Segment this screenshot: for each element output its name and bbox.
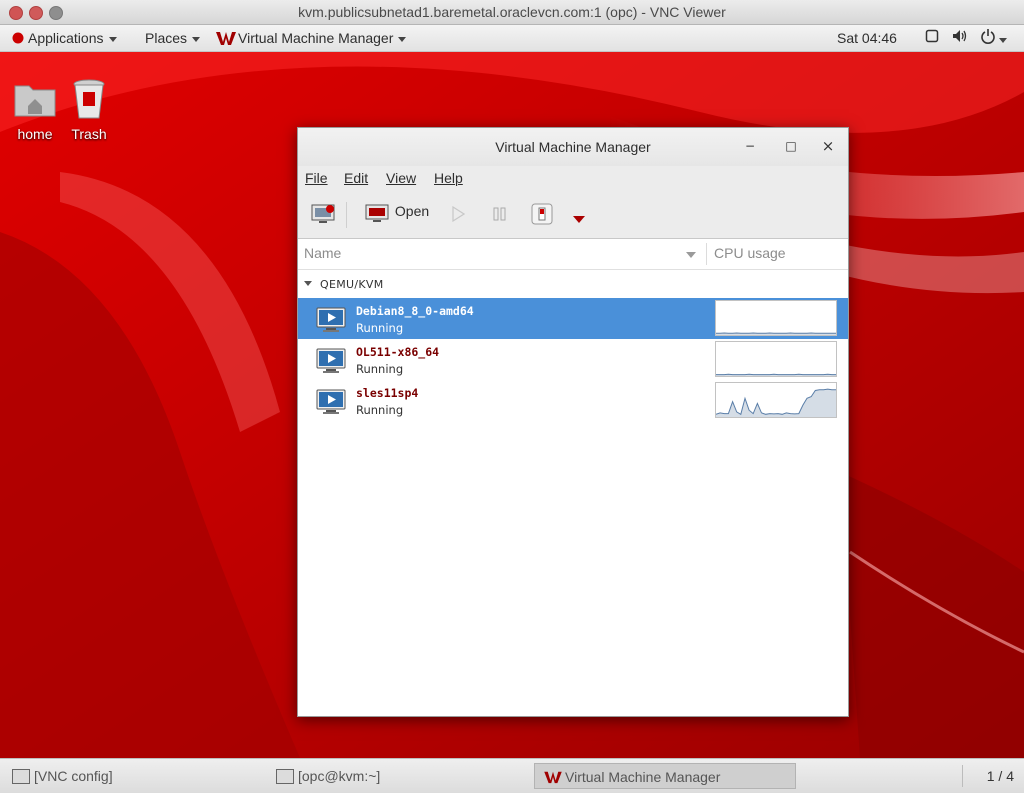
- connection-row[interactable]: QEMU/KVM: [298, 270, 848, 298]
- column-header: Name CPU usage: [298, 239, 848, 270]
- connection-label: QEMU/KVM: [320, 278, 384, 291]
- toolbar: Open: [298, 192, 848, 239]
- pause-icon: [492, 206, 508, 222]
- open-icon: [365, 202, 389, 224]
- vm-name: sles11sp4: [356, 386, 418, 400]
- toolbar-separator: [346, 202, 347, 228]
- workspace-switcher[interactable]: 1 / 4: [987, 768, 1014, 784]
- vm-name: Debian8_8_0-amd64: [356, 304, 474, 318]
- fedora-logo-icon: [12, 32, 24, 44]
- menubar: File Edit View Help: [298, 166, 848, 192]
- vm-list: Debian8_8_0-amd64 Running OL511-x86_64 R…: [298, 298, 848, 421]
- vm-row[interactable]: Debian8_8_0-amd64 Running: [298, 298, 848, 339]
- vmm-logo-icon: [216, 30, 236, 46]
- column-name[interactable]: Name: [304, 245, 341, 261]
- pause-button[interactable]: [492, 206, 508, 230]
- vmm-titlebar[interactable]: Virtual Machine Manager − □ ×: [298, 128, 848, 166]
- task-vnc-config[interactable]: [VNC config]: [4, 763, 266, 789]
- screen-icon[interactable]: [925, 29, 939, 46]
- desktop-trash[interactable]: Trash: [59, 76, 119, 142]
- vnc-window-title: kvm.publicsubnetad1.baremetal.oraclevcn.…: [0, 4, 1024, 20]
- cpu-area: [716, 389, 836, 417]
- task-terminal[interactable]: [opc@kvm:~]: [268, 763, 530, 789]
- open-button[interactable]: Open: [365, 202, 427, 226]
- shutdown-menu-icon: [573, 216, 585, 224]
- cpu-usage-graph: [715, 341, 837, 377]
- task-virtual-machine-manager[interactable]: Virtual Machine Manager: [534, 763, 796, 789]
- bottom-taskbar: [VNC config] [opc@kvm:~] Virtual Machine…: [0, 758, 1024, 793]
- cpu-usage-graph: [715, 300, 837, 336]
- vmm-window: Virtual Machine Manager − □ × File Edit …: [297, 127, 849, 717]
- menu-view[interactable]: View: [386, 170, 416, 186]
- places-menu[interactable]: Places: [145, 30, 200, 46]
- new-vm-icon: [310, 202, 336, 226]
- sort-caret-icon[interactable]: [686, 252, 696, 258]
- app-menu[interactable]: Virtual Machine Manager: [216, 30, 406, 46]
- trash-icon: [66, 76, 112, 122]
- applications-menu[interactable]: Applications: [12, 30, 117, 46]
- shutdown-menu-button[interactable]: [573, 211, 585, 235]
- run-button[interactable]: [451, 206, 465, 230]
- power-icon[interactable]: [980, 28, 1007, 47]
- vm-status: Running: [356, 321, 403, 335]
- shutdown-icon: [531, 203, 553, 225]
- run-icon: [451, 206, 465, 222]
- menu-edit[interactable]: Edit: [344, 170, 368, 186]
- minimize-icon[interactable]: −: [741, 137, 759, 155]
- column-divider: [706, 243, 707, 265]
- menu-help[interactable]: Help: [434, 170, 463, 186]
- desktop-home[interactable]: home: [5, 76, 65, 142]
- top-panel: Applications Places Virtual Machine Mana…: [0, 25, 1024, 52]
- home-folder-icon: [12, 76, 58, 122]
- vm-row[interactable]: sles11sp4 Running: [298, 380, 848, 421]
- shutdown-button[interactable]: [531, 203, 553, 227]
- vm-running-icon: [316, 348, 346, 374]
- terminal-icon: [276, 769, 294, 784]
- clock[interactable]: Sat 04:46: [837, 30, 897, 46]
- maximize-icon[interactable]: □: [782, 137, 800, 155]
- menu-file[interactable]: File: [305, 170, 328, 186]
- open-label: Open: [395, 203, 429, 219]
- cpu-usage-graph: [715, 382, 837, 418]
- vmm-window-title: Virtual Machine Manager: [298, 139, 848, 155]
- window-icon: [12, 769, 30, 784]
- close-icon[interactable]: ×: [819, 137, 837, 155]
- vm-status: Running: [356, 362, 403, 376]
- taskbar-divider: [962, 765, 963, 787]
- vm-name: OL511-x86_64: [356, 345, 439, 359]
- vm-status: Running: [356, 403, 403, 417]
- vm-row[interactable]: OL511-x86_64 Running: [298, 339, 848, 380]
- column-cpu-usage[interactable]: CPU usage: [714, 245, 786, 261]
- new-vm-button[interactable]: [310, 202, 336, 226]
- expander-icon[interactable]: [304, 281, 312, 286]
- volume-icon[interactable]: [952, 29, 968, 46]
- vm-running-icon: [316, 389, 346, 415]
- vmm-logo-icon: [543, 770, 563, 784]
- vm-running-icon: [316, 307, 346, 333]
- vnc-titlebar: kvm.publicsubnetad1.baremetal.oraclevcn.…: [0, 0, 1024, 25]
